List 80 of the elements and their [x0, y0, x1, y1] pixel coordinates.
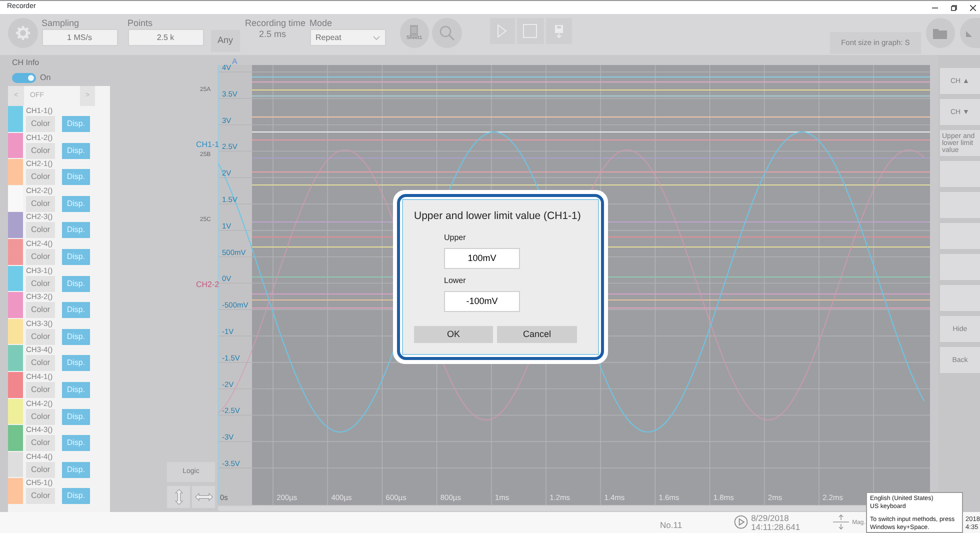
- stop-icon: [523, 24, 538, 38]
- on-toggle[interactable]: [12, 73, 36, 83]
- points-label: Points: [128, 18, 154, 29]
- display-button[interactable]: Disp.: [62, 408, 90, 425]
- settings-button[interactable]: [8, 18, 38, 48]
- channel-marker: CH1-1: [196, 140, 220, 149]
- mode-dropdown[interactable]: Repeat: [310, 29, 386, 46]
- close-icon[interactable]: [970, 4, 976, 10]
- restore-icon[interactable]: [951, 4, 957, 10]
- lower-input[interactable]: -100mV: [444, 290, 520, 312]
- search-icon: [438, 25, 455, 41]
- display-button[interactable]: Disp.: [62, 302, 90, 318]
- display-button[interactable]: Disp.: [62, 276, 90, 292]
- lower-label: Lower: [444, 274, 467, 287]
- color-button[interactable]: Color: [26, 462, 55, 478]
- color-button[interactable]: Color: [26, 382, 55, 398]
- channel-marker: CH2-2: [196, 280, 220, 289]
- record-number: No.11: [660, 519, 682, 532]
- dialog-title: Upper and lower limit value (CH1-1): [414, 209, 582, 224]
- stop-button[interactable]: [517, 18, 544, 44]
- display-button[interactable]: Disp.: [62, 169, 90, 186]
- ok-button[interactable]: OK: [414, 326, 493, 343]
- color-button[interactable]: Color: [26, 276, 55, 292]
- document-icon: [410, 25, 418, 36]
- color-button[interactable]: Color: [26, 355, 55, 372]
- play-circle-icon: [734, 515, 748, 529]
- save-button[interactable]: [546, 18, 572, 44]
- color-button[interactable]: Color: [26, 222, 55, 238]
- color-button[interactable]: Color: [26, 328, 55, 345]
- points-field[interactable]: 2.5 k: [128, 29, 204, 46]
- color-button[interactable]: Color: [26, 248, 55, 265]
- display-button[interactable]: Disp.: [62, 116, 90, 132]
- color-button[interactable]: Color: [26, 169, 55, 186]
- color-button[interactable]: Color: [26, 116, 55, 132]
- horizontal-arrow-icon: [194, 493, 212, 501]
- vertical-zoom-button[interactable]: [167, 486, 190, 508]
- display-button[interactable]: Disp.: [62, 328, 90, 345]
- toggle-label: On: [40, 72, 51, 84]
- horizontal-zoom-button[interactable]: [192, 486, 215, 508]
- floppy-download-icon: [554, 24, 563, 38]
- recording-time-value: 2.5 ms: [258, 29, 288, 40]
- ch-info-label: CH Info: [12, 57, 40, 69]
- color-button[interactable]: Color: [26, 142, 55, 159]
- search-button[interactable]: [432, 18, 462, 48]
- display-button[interactable]: Disp.: [62, 462, 90, 478]
- open-folder-button[interactable]: [926, 18, 956, 48]
- color-button[interactable]: Color: [26, 408, 55, 425]
- trigger-time: 14:11:28.641: [751, 523, 800, 532]
- display-button[interactable]: Disp.: [62, 222, 90, 238]
- display-button[interactable]: Disp.: [62, 196, 90, 212]
- color-button[interactable]: Color: [26, 435, 55, 452]
- play-button[interactable]: [490, 18, 516, 44]
- corner-arrow-icon: [966, 29, 974, 37]
- color-button[interactable]: Color: [26, 302, 55, 318]
- minimize-icon[interactable]: [932, 4, 938, 10]
- display-button[interactable]: Disp.: [62, 248, 90, 265]
- sheet-label: A: [232, 57, 238, 66]
- folder-icon: [933, 28, 948, 38]
- sampling-label: Sampling: [42, 18, 80, 29]
- settings-icon: [16, 26, 30, 40]
- cancel-button[interactable]: Cancel: [497, 326, 577, 343]
- display-button[interactable]: Disp.: [62, 382, 90, 398]
- trigger-date: 8/29/2018: [751, 514, 790, 523]
- play-icon: [497, 24, 508, 38]
- vertical-arrow-icon: [174, 489, 182, 505]
- chevron-down-icon: [372, 36, 380, 40]
- display-button[interactable]: Disp.: [62, 355, 90, 372]
- sampling-field[interactable]: 1 MS/s: [42, 29, 118, 46]
- color-button[interactable]: Color: [26, 488, 55, 504]
- any-button[interactable]: Any: [210, 30, 240, 52]
- fit-button[interactable]: [960, 18, 980, 48]
- mode-label: Mode: [310, 18, 334, 29]
- magnify-axes-icon: [832, 514, 850, 530]
- upper-input[interactable]: 100mV: [444, 248, 520, 269]
- color-button[interactable]: Color: [26, 196, 55, 212]
- display-button[interactable]: Disp.: [62, 142, 90, 159]
- display-button[interactable]: Disp.: [62, 488, 90, 504]
- recording-time-label: Recording time: [245, 18, 306, 29]
- display-button[interactable]: Disp.: [62, 435, 90, 452]
- upper-label: Upper: [444, 232, 467, 244]
